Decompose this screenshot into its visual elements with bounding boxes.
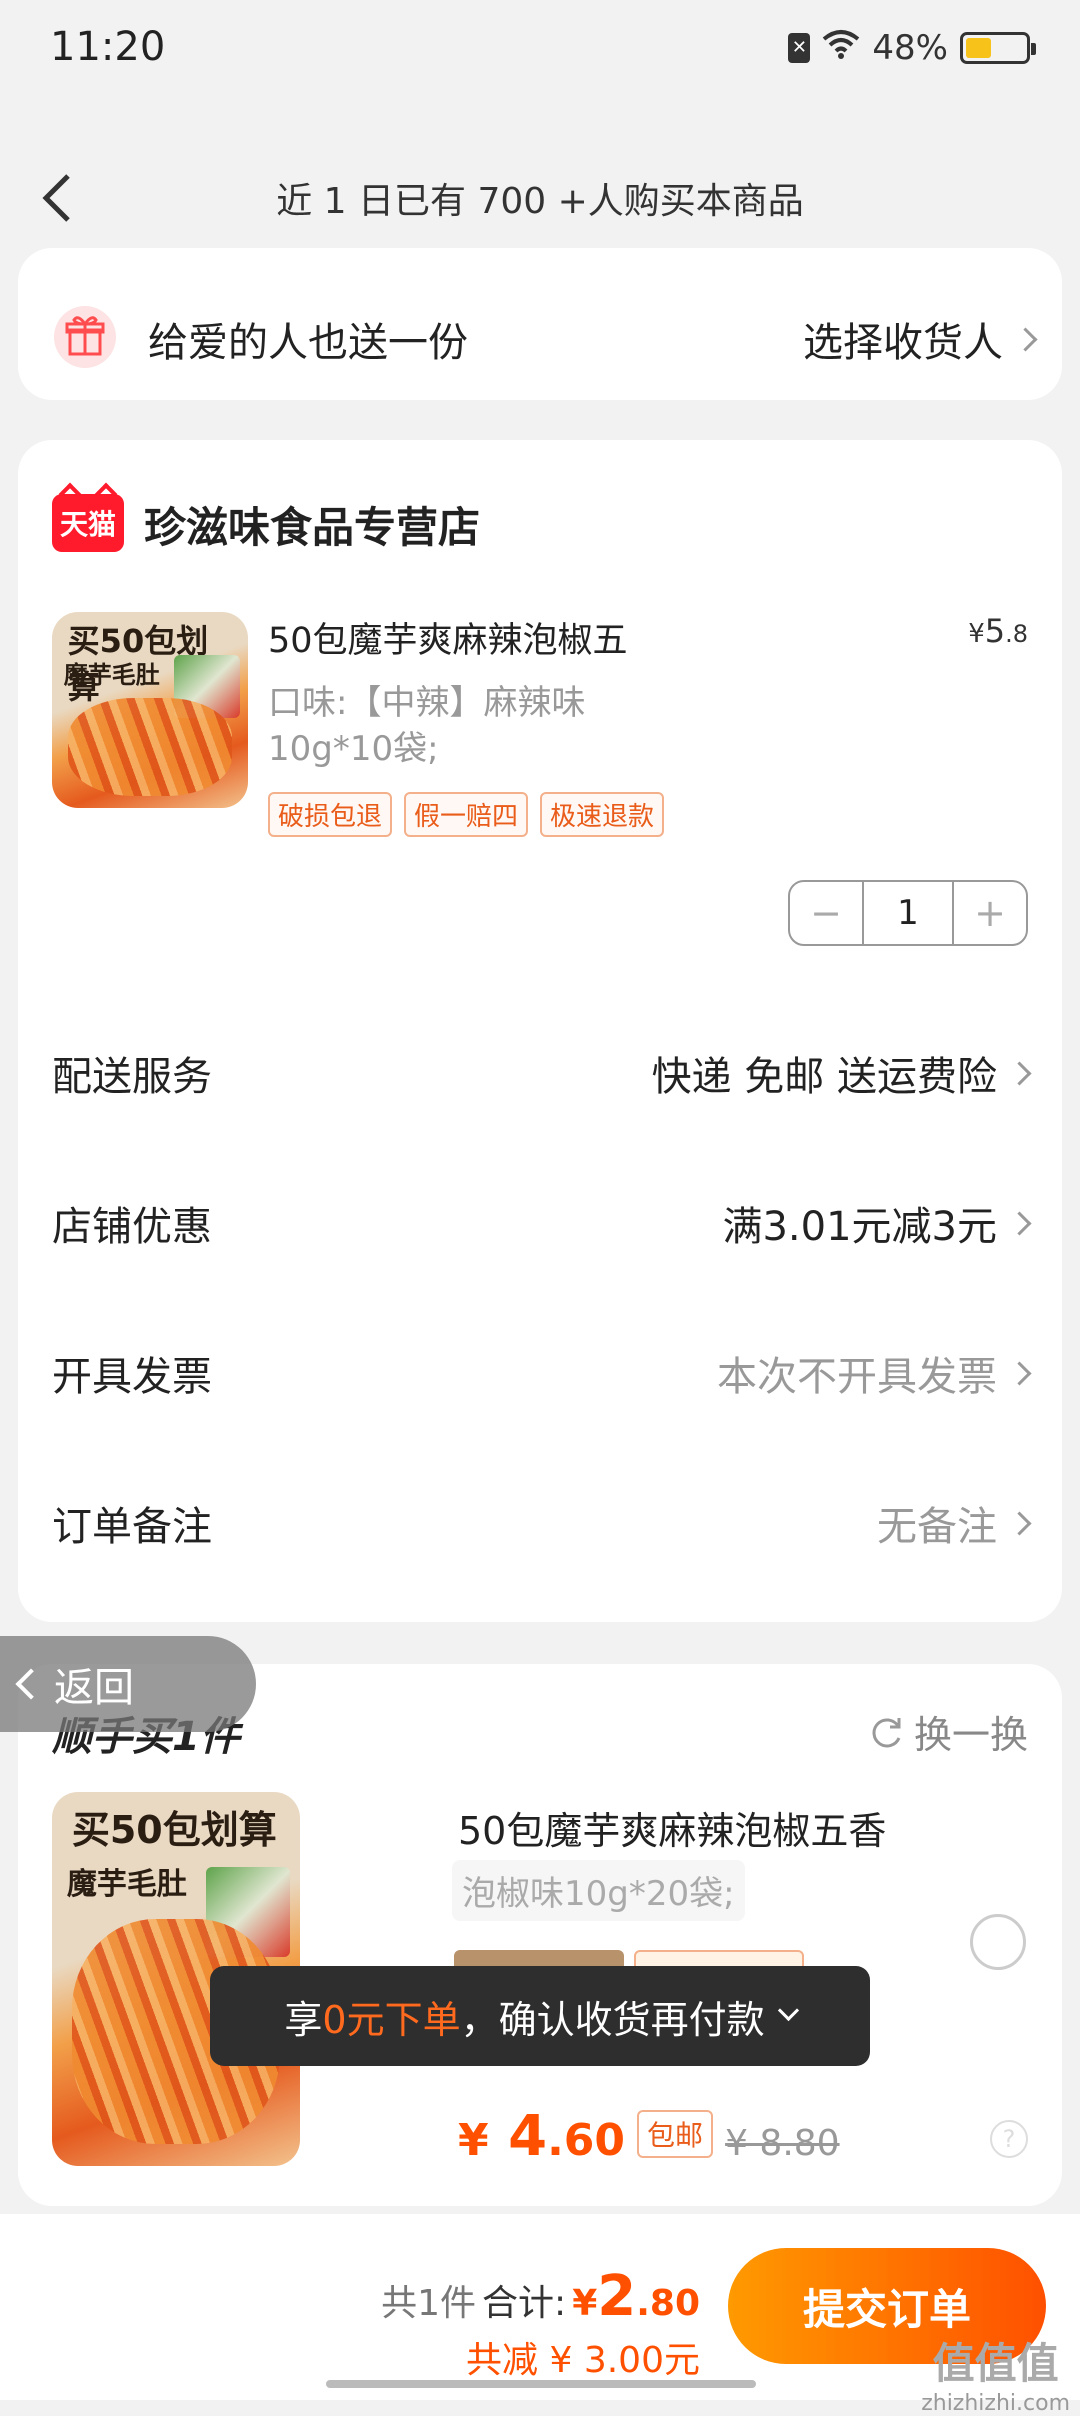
tag-fast-refund: 极速退款 xyxy=(540,792,665,837)
row-order-note[interactable]: 订单备注 无备注 xyxy=(52,1488,1032,1558)
pay-later-toast[interactable]: 享 0元下单 ，确认收货再付款 xyxy=(210,1966,870,2066)
increase-button[interactable]: + xyxy=(954,882,1026,944)
total-discount: 共减 ¥ 3.00元 xyxy=(466,2340,700,2381)
checkout-bar: 共1件 合计: ¥2.80 共减 ¥ 3.00元 提交订单 xyxy=(0,2214,1080,2400)
quantity-value[interactable]: 1 xyxy=(862,882,954,944)
food-graphic xyxy=(67,698,233,797)
chevron-right-icon xyxy=(1007,1510,1032,1536)
tag-fake-compensation: 假一赔四 xyxy=(404,792,529,837)
product-spec[interactable]: 口味:【中辣】麻辣味10g*10袋; xyxy=(268,680,648,772)
chevron-right-icon xyxy=(1007,1210,1032,1236)
row-label: 配送服务 xyxy=(52,1054,212,1100)
decrease-button[interactable]: − xyxy=(790,882,862,944)
row-value: 本次不开具发票 xyxy=(717,1354,997,1400)
gift-card[interactable]: 给爱的人也送一份 选择收货人 xyxy=(18,248,1062,400)
product-image-banner: 买50包划算 xyxy=(71,1808,277,1853)
chevron-right-icon xyxy=(1007,1060,1032,1086)
select-recipient-link[interactable]: 选择收货人 xyxy=(803,310,1038,368)
status-icons: ✕ 48% xyxy=(788,28,1036,68)
row-value: 无备注 xyxy=(877,1504,997,1550)
product-title[interactable]: 50包魔芋爽麻辣泡椒五香素毛 xyxy=(268,612,628,663)
chevron-right-icon xyxy=(1013,326,1038,352)
row-value: 满3.01元减3元 xyxy=(722,1204,997,1250)
product-image-subtitle: 魔芋毛肚 xyxy=(66,1867,187,1903)
free-shipping-tag: 包邮 xyxy=(637,2110,714,2158)
row-label: 开具发票 xyxy=(52,1354,212,1400)
add-on-select-radio[interactable] xyxy=(970,1914,1026,1970)
shop-name[interactable]: 珍滋味食品专营店 xyxy=(144,494,480,555)
row-value: 快递 免邮 送运费险 xyxy=(651,1054,997,1100)
toast-suffix: ，确认收货再付款 xyxy=(460,1997,765,2042)
chevron-down-icon xyxy=(777,1999,799,2021)
tmall-logo: 天猫 xyxy=(52,494,124,552)
sim-off-icon: ✕ xyxy=(788,33,811,63)
gift-icon xyxy=(54,306,116,368)
row-label: 订单备注 xyxy=(52,1504,212,1550)
tag-damage-refund: 破损包退 xyxy=(268,792,393,837)
product-image-subtitle: 魔芋毛肚 xyxy=(63,661,160,690)
help-icon[interactable]: ? xyxy=(990,2120,1028,2158)
refresh-button[interactable]: 换一换 xyxy=(866,1704,1028,1759)
page-title: 近 1 日已有 700 +人购买本商品 xyxy=(276,181,804,222)
gift-label: 给爱的人也送一份 xyxy=(148,320,468,366)
back-pill-label: 返回 xyxy=(54,1665,134,1711)
row-delivery[interactable]: 配送服务 快递 免邮 送运费险 xyxy=(52,1038,1032,1108)
battery-percent: 48% xyxy=(872,28,948,68)
row-store-discount[interactable]: 店铺优惠 满3.01元减3元 xyxy=(52,1188,1032,1258)
original-price: ¥ 8.80 xyxy=(725,2123,840,2164)
order-card: 天猫 珍滋味食品专营店 买50包划算 魔芋毛肚 50包魔芋爽麻辣泡椒五香素毛 ¥… xyxy=(18,440,1062,1622)
watermark: 值值值 zhizhizhi.com xyxy=(921,2339,1070,2416)
service-tags: 破损包退 假一赔四 极速退款 xyxy=(268,792,665,837)
total-label: 合计: xyxy=(482,2283,567,2324)
chevron-left-icon xyxy=(15,1668,47,1700)
battery-icon xyxy=(960,32,1036,64)
add-on-card: 顺手买1件 换一换 买50包划算 魔芋毛肚 50包魔芋爽麻辣泡椒五香 泡椒味10… xyxy=(18,1664,1062,2206)
select-recipient-label: 选择收货人 xyxy=(803,320,1003,366)
add-on-product-spec[interactable]: 泡椒味10g*20袋; xyxy=(452,1860,745,1921)
chevron-right-icon xyxy=(1007,1360,1032,1386)
wifi-icon xyxy=(822,28,860,68)
quantity-stepper: − 1 + xyxy=(788,880,1028,946)
home-indicator[interactable] xyxy=(326,2380,756,2388)
total-price: ¥2.80 xyxy=(572,2264,700,2329)
row-invoice[interactable]: 开具发票 本次不开具发票 xyxy=(52,1338,1032,1408)
product-image[interactable]: 买50包划算 魔芋毛肚 xyxy=(52,612,248,808)
status-time: 11:20 xyxy=(50,24,166,70)
refresh-label: 换一换 xyxy=(913,1713,1028,1757)
item-count: 共1件 xyxy=(381,2283,477,2324)
toast-highlight: 0元下单 xyxy=(322,1997,461,2042)
add-on-price: ¥ 4.60 包邮 ¥ 8.80 xyxy=(458,2104,840,2169)
add-on-product-title[interactable]: 50包魔芋爽麻辣泡椒五香 xyxy=(458,1800,886,1855)
product-price: ¥5.8 xyxy=(968,612,1028,650)
order-summary: 共1件 合计: ¥2.80 共减 ¥ 3.00元 xyxy=(381,2264,700,2383)
refresh-icon xyxy=(872,1717,901,1747)
back-pill-button[interactable]: 返回 xyxy=(0,1636,256,1732)
add-on-current-price: ¥ 4.60 xyxy=(458,2104,626,2169)
toast-prefix: 享 xyxy=(284,1997,323,2042)
row-label: 店铺优惠 xyxy=(52,1204,212,1250)
